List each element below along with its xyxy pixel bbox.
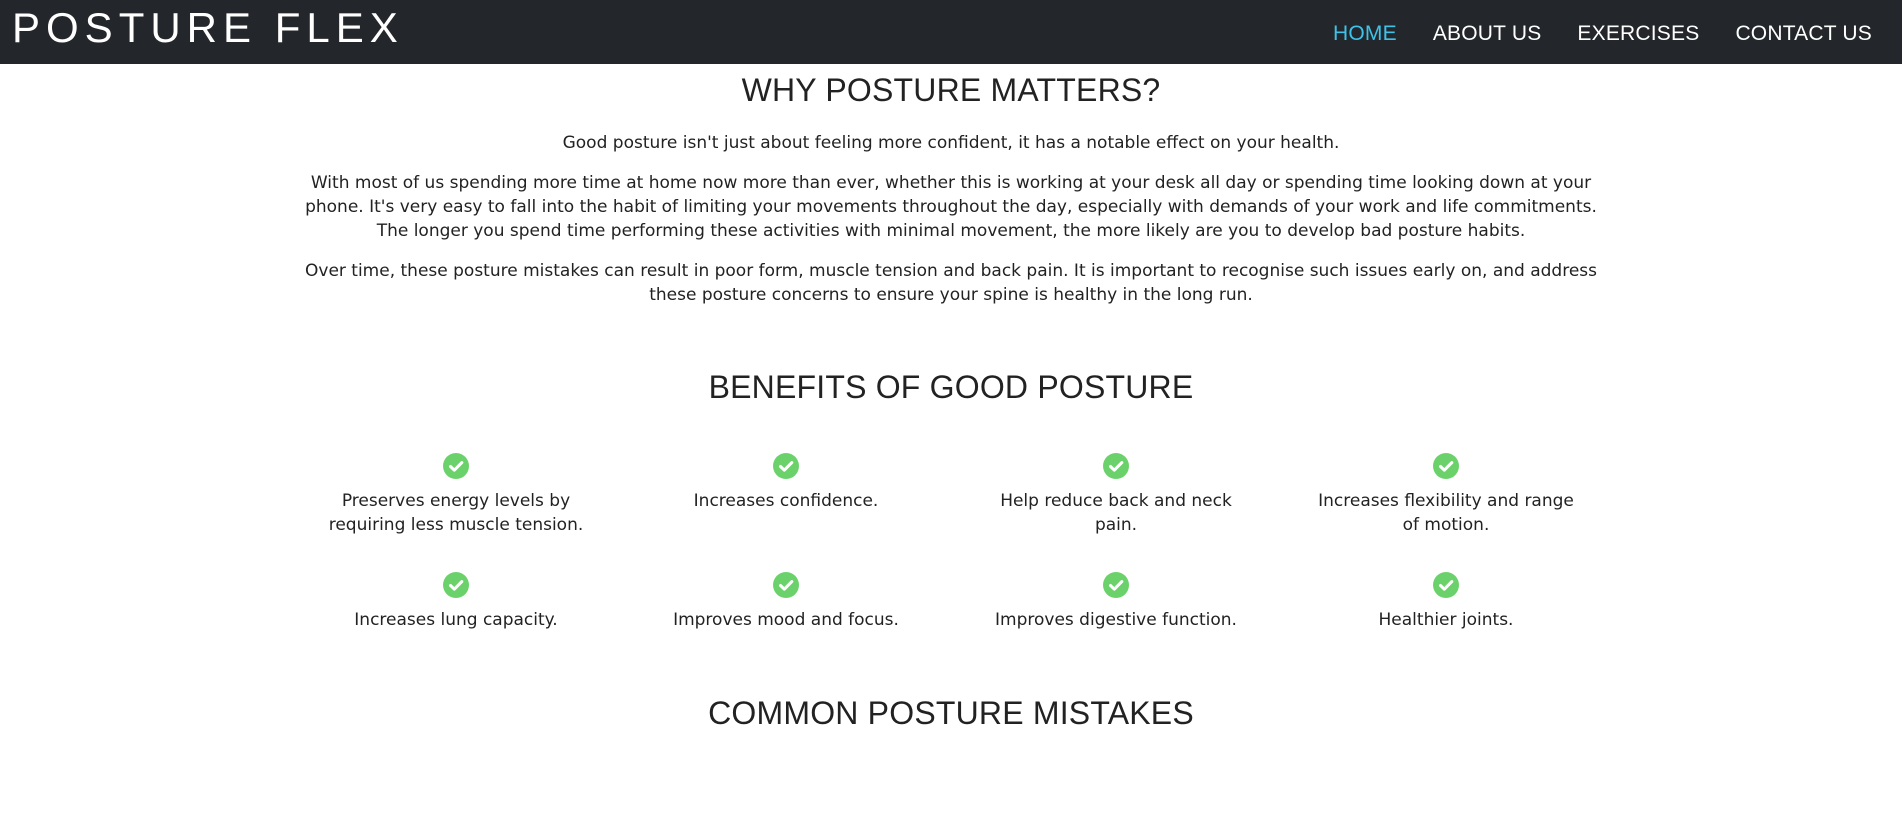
navbar: POSTURE FLEX HOME ABOUT US EXERCISES CON… <box>0 0 1902 64</box>
brand-logo[interactable]: POSTURE FLEX <box>12 7 404 49</box>
benefit-text: Improves digestive function. <box>995 609 1237 630</box>
nav-link-exercises[interactable]: EXERCISES <box>1577 22 1699 46</box>
benefit-item: Preserves energy levels by requiring les… <box>291 452 621 537</box>
check-circle-icon <box>1103 452 1129 479</box>
benefit-text: Improves mood and focus. <box>673 609 899 630</box>
benefit-text: Increases confidence. <box>693 490 879 511</box>
benefit-text: Preserves energy levels by requiring les… <box>328 490 584 535</box>
why-paragraph-3: Over time, these posture mistakes can re… <box>305 261 1597 306</box>
nav-links: HOME ABOUT US EXERCISES CONTACT US <box>1333 22 1890 46</box>
posture-mistakes-title: COMMON POSTURE MISTAKES <box>708 694 1194 731</box>
check-circle-icon <box>1433 452 1459 479</box>
benefits-grid: Preserves energy levels by requiring les… <box>291 452 1611 632</box>
why-paragraph-1: Good posture isn't just about feeling mo… <box>562 133 1340 154</box>
check-circle-icon <box>443 452 469 479</box>
benefit-text: Increases lung capacity. <box>354 609 558 630</box>
why-paragraph-2: With most of us spending more time at ho… <box>305 173 1597 242</box>
benefit-text: Increases flexibility and range of motio… <box>1318 490 1574 535</box>
check-circle-icon <box>443 571 469 598</box>
benefit-item: Improves mood and focus. <box>621 571 951 632</box>
posture-mistakes-section: COMMON POSTURE MISTAKES <box>0 694 1902 732</box>
nav-link-contact-us[interactable]: CONTACT US <box>1735 22 1872 46</box>
benefit-item: Increases lung capacity. <box>291 571 621 632</box>
check-circle-icon <box>773 452 799 479</box>
benefit-item: Healthier joints. <box>1281 571 1611 632</box>
benefit-text: Healthier joints. <box>1378 609 1514 630</box>
check-circle-icon <box>1433 571 1459 598</box>
benefits-title: BENEFITS OF GOOD POSTURE <box>708 369 1194 406</box>
why-posture-section: WHY POSTURE MATTERS? Good posture isn't … <box>0 71 1902 307</box>
check-circle-icon <box>1103 571 1129 598</box>
why-posture-title: WHY POSTURE MATTERS? <box>741 72 1161 108</box>
benefit-item: Increases confidence. <box>621 452 951 537</box>
nav-link-home[interactable]: HOME <box>1333 22 1397 46</box>
check-circle-icon <box>773 571 799 598</box>
nav-link-about-us[interactable]: ABOUT US <box>1433 22 1542 46</box>
benefit-item: Improves digestive function. <box>951 571 1281 632</box>
why-posture-text: Good posture isn't just about feeling mo… <box>301 131 1601 307</box>
benefits-section: BENEFITS OF GOOD POSTURE Preserves energ… <box>0 368 1902 631</box>
benefit-text: Help reduce back and neck pain. <box>1000 490 1232 535</box>
benefit-item: Help reduce back and neck pain. <box>951 452 1281 537</box>
benefit-item: Increases flexibility and range of motio… <box>1281 452 1611 537</box>
